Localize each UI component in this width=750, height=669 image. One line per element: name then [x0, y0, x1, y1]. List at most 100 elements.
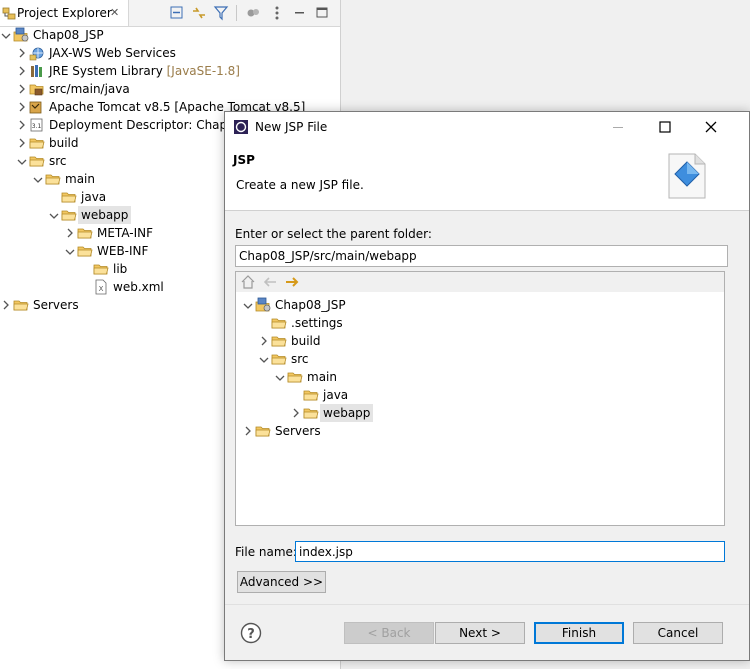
- folder-icon: [77, 243, 93, 259]
- forward-arrow-icon[interactable]: [284, 274, 300, 290]
- cancel-button[interactable]: Cancel: [633, 622, 723, 644]
- folder-icon: [303, 387, 319, 403]
- tree-item-text: Chap08_JSP: [275, 298, 346, 312]
- tree-item-label: build: [49, 134, 79, 152]
- tree-item-text: JRE System Library: [49, 64, 163, 78]
- collapse-all-icon[interactable]: [169, 5, 185, 21]
- folder-tree-nav: [236, 272, 724, 292]
- tree-item-text: Chap08_JSP: [33, 28, 104, 42]
- tree-item-text: main: [65, 172, 95, 186]
- chevron-down-icon[interactable]: [242, 296, 254, 314]
- chevron-down-icon[interactable]: [64, 242, 76, 260]
- tree-item-text: WEB-INF: [97, 244, 149, 258]
- tree-item-text: build: [49, 136, 79, 150]
- chevron-right-icon[interactable]: [16, 98, 28, 116]
- working-sets-icon[interactable]: [245, 5, 261, 21]
- dialog-title: New JSP File: [255, 120, 328, 134]
- minimize-icon[interactable]: [292, 5, 308, 21]
- chevron-right-icon[interactable]: [290, 404, 302, 422]
- chevron-right-icon[interactable]: [16, 62, 28, 80]
- chevron-down-icon[interactable]: [0, 26, 12, 44]
- tree-item-label: META-INF: [97, 224, 153, 242]
- chevron-right-icon[interactable]: [16, 44, 28, 62]
- folder-icon: [287, 369, 303, 385]
- chevron-right-icon[interactable]: [0, 296, 12, 314]
- chevron-down-icon[interactable]: [32, 170, 44, 188]
- file-name-input[interactable]: [295, 541, 725, 562]
- tree-item-decoration: [JavaSE-1.8]: [166, 64, 240, 78]
- toolbar-divider: [236, 5, 237, 21]
- view-menu-icon[interactable]: [269, 5, 285, 21]
- chevron-down-icon[interactable]: [274, 368, 286, 386]
- tree-item-text: src: [291, 352, 309, 366]
- project-explorer-tab[interactable]: Project Explorer ✕: [0, 0, 129, 26]
- svg-text:X: X: [99, 285, 104, 293]
- file-name-label: File name:: [235, 545, 297, 559]
- parent-folder-input[interactable]: [235, 245, 728, 267]
- chevron-right-icon[interactable]: [16, 134, 28, 152]
- tree-item-text: java: [323, 388, 349, 402]
- back-arrow-icon[interactable]: [262, 274, 278, 290]
- folder-tree: Chap08_JSP .settings build src main java webap…: [235, 271, 725, 526]
- tree-item-text: Servers: [33, 298, 79, 312]
- folder-icon: [77, 225, 93, 241]
- chevron-down-icon[interactable]: [16, 152, 28, 170]
- tree-item-text: java: [81, 190, 107, 204]
- folder-icon: [303, 405, 319, 421]
- project-icon: [13, 27, 29, 43]
- tree-item-text: JAX-WS Web Services: [49, 46, 176, 60]
- folder-icon: [61, 207, 77, 223]
- new-jsp-file-dialog: New JSP File JSP Create a new JSP file. …: [224, 111, 750, 661]
- tree-item-text: .settings: [291, 316, 343, 330]
- chevron-right-icon[interactable]: [16, 80, 28, 98]
- maximize-icon[interactable]: [314, 5, 330, 21]
- folder-icon: [29, 135, 45, 151]
- help-icon[interactable]: ?: [240, 622, 262, 644]
- advanced-button[interactable]: Advanced >>: [237, 571, 326, 593]
- tree-item-label: web.xml: [113, 278, 164, 296]
- tree-item-label: java: [81, 188, 106, 206]
- tree-item-text: web.xml: [113, 280, 164, 294]
- link-with-editor-icon[interactable]: [191, 5, 207, 21]
- tree-item-text: webapp: [323, 406, 371, 420]
- svg-text:3.1: 3.1: [32, 123, 42, 130]
- explorer-icon: [2, 7, 16, 20]
- filter-icon[interactable]: [213, 5, 229, 21]
- folder-icon: [29, 153, 45, 169]
- tree-item-text: build: [291, 334, 321, 348]
- tree-item-label: JRE System Library [JavaSE-1.8]: [49, 62, 240, 80]
- chevron-right-icon[interactable]: [64, 224, 76, 242]
- back-button[interactable]: < Back: [344, 622, 434, 644]
- tree-item-text: webapp: [81, 208, 129, 222]
- webservices-icon: [29, 45, 45, 61]
- chevron-right-icon[interactable]: [16, 116, 28, 134]
- chevron-right-icon[interactable]: [242, 422, 254, 440]
- dialog-header: JSP Create a new JSP file.: [225, 142, 749, 211]
- wizard-heading: JSP: [233, 153, 255, 167]
- tree-item-label: Deployment Descriptor: Chap08: [49, 116, 242, 134]
- home-icon[interactable]: [240, 274, 256, 290]
- close-icon[interactable]: [704, 120, 718, 134]
- minimize-icon[interactable]: [611, 120, 625, 134]
- chevron-right-icon[interactable]: [258, 332, 270, 350]
- tree-item-text: main: [307, 370, 337, 384]
- tree-item-label: WEB-INF: [97, 242, 148, 260]
- maximize-icon[interactable]: [658, 120, 672, 134]
- next-button[interactable]: Next >: [435, 622, 525, 644]
- tree-item-label: lib: [113, 260, 127, 278]
- folder-icon: [255, 423, 271, 439]
- close-icon[interactable]: ✕: [110, 6, 119, 19]
- tree-item-label: webapp: [78, 206, 132, 224]
- chevron-down-icon[interactable]: [48, 206, 60, 224]
- finish-button[interactable]: Finish: [534, 622, 624, 644]
- chevron-down-icon[interactable]: [258, 350, 270, 368]
- tree-item-text: Servers: [275, 424, 321, 438]
- tree-item-label: build: [291, 332, 321, 350]
- tree-item-label: webapp: [320, 404, 374, 422]
- tree-item-text: src: [49, 154, 67, 168]
- folder-icon: [271, 315, 287, 331]
